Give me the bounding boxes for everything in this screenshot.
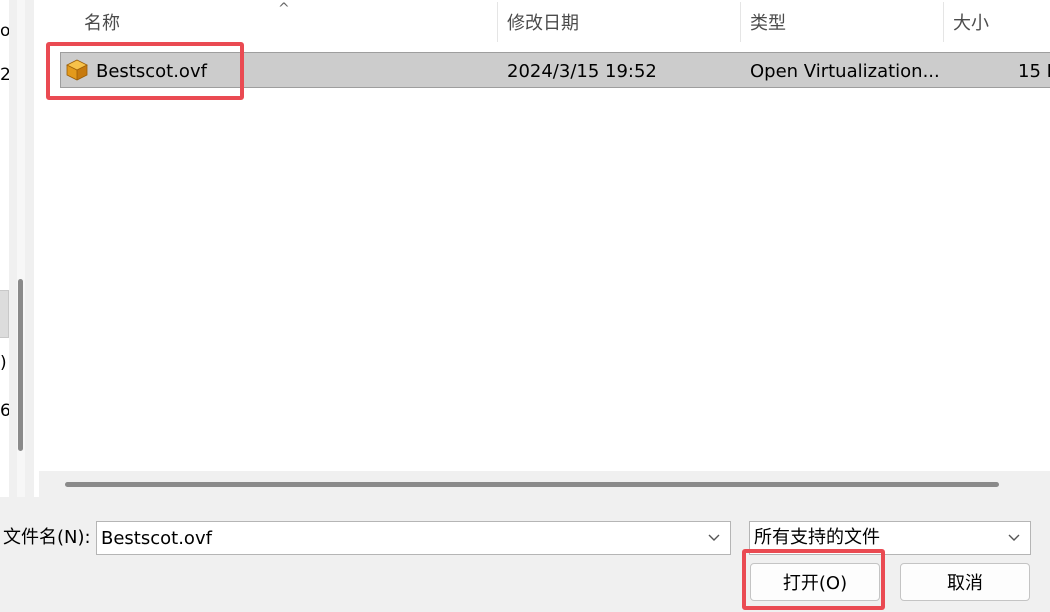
filename-label: 文件名(N): [3,527,91,548]
nav-item-fragment[interactable]: ) [0,353,7,373]
file-type: Open Virtualization... [750,60,940,82]
column-header-size-label: 大小 [953,13,989,34]
nav-item-fragment[interactable]: oa [0,21,9,41]
column-header-name[interactable]: 名称 [74,0,497,44]
nav-item-fragment[interactable]: 2 [0,65,9,85]
chevron-down-icon[interactable] [1007,530,1021,544]
filetype-selected-value: 所有支持的文件 [754,527,880,548]
open-button-label: 打开(O) [782,573,848,594]
file-modified-date: 2024/3/15 19:52 [507,60,657,82]
column-header-type-label: 类型 [750,13,786,34]
column-header-date[interactable]: 修改日期 [497,0,740,44]
chevron-down-icon[interactable] [707,530,721,544]
pane-divider[interactable] [25,0,34,497]
navigation-pane: oa 2 ) 6 [0,0,9,497]
file-row[interactable]: Bestscot.ovf 2024/3/15 19:52 Open Virtua… [60,52,1050,88]
nav-item-fragment[interactable]: 6 [0,401,9,421]
column-header-type[interactable]: 类型 [740,0,943,44]
nav-gap [9,0,17,497]
file-list-horizontal-scrollbar-thumb[interactable] [65,482,999,487]
column-header-size[interactable]: 大小 [943,0,1050,44]
nav-item-selected[interactable] [0,290,9,338]
open-button[interactable]: 打开(O) [750,563,880,601]
filename-input[interactable] [101,522,691,554]
file-list: ^ 名称 修改日期 类型 大小 Bestscot.ovf 2024/3/15 1… [34,0,1050,497]
file-size: 15 K [1018,60,1050,82]
nav-scrollbar-thumb[interactable] [18,279,23,451]
filetype-select[interactable]: 所有支持的文件 [749,521,1031,555]
file-name: Bestscot.ovf [96,60,207,82]
column-header-date-label: 修改日期 [507,13,579,34]
cancel-button-label: 取消 [947,573,983,594]
package-box-icon [66,59,88,81]
filename-combobox[interactable] [96,521,731,555]
column-header-name-label: 名称 [84,13,120,34]
cancel-button[interactable]: 取消 [900,563,1030,601]
